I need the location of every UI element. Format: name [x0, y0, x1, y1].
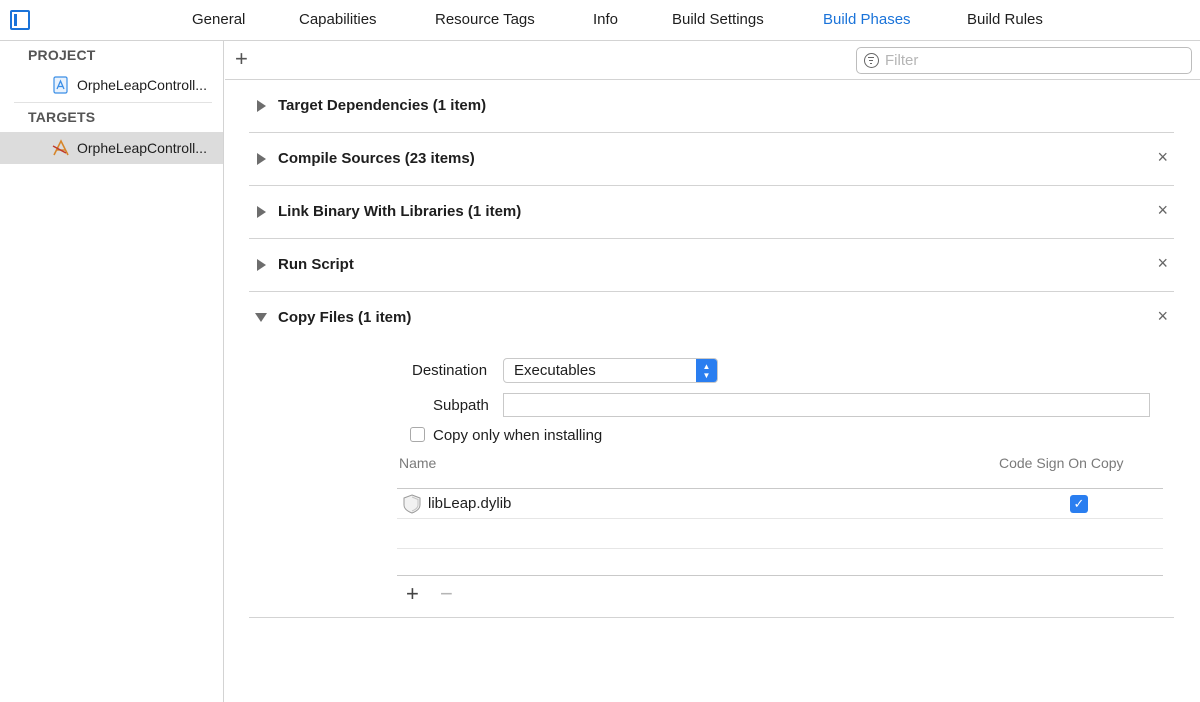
- phase-compile-sources[interactable]: Compile Sources (23 items) ×: [249, 133, 1174, 186]
- filter-field[interactable]: [856, 47, 1192, 74]
- sidebar-item-label: OrpheLeapControll...: [77, 77, 207, 93]
- phase-title: Compile Sources (23 items): [278, 150, 475, 167]
- tab-info[interactable]: Info: [593, 11, 618, 28]
- subpath-label: Subpath: [433, 397, 489, 414]
- delete-phase-icon[interactable]: ×: [1157, 147, 1168, 168]
- editor-tab-bar: General Capabilities Resource Tags Info …: [0, 0, 1200, 41]
- dylib-file-icon: [403, 494, 421, 514]
- filter-input[interactable]: [885, 51, 1185, 70]
- sidebar-item-project[interactable]: OrpheLeapControll...: [0, 69, 223, 101]
- disclosure-triangle-icon[interactable]: [257, 259, 266, 271]
- add-file-button[interactable]: +: [406, 583, 419, 605]
- delete-phase-icon[interactable]: ×: [1157, 200, 1168, 221]
- phase-title: Target Dependencies (1 item): [278, 97, 487, 114]
- project-target-sidebar: PROJECT OrpheLeapControll... TARGETS Orp…: [0, 41, 224, 702]
- phase-title: Copy Files (1 item): [278, 309, 412, 326]
- disclosure-triangle-icon[interactable]: [257, 153, 266, 165]
- app-target-icon: [52, 139, 69, 156]
- phases-toolbar: +: [225, 41, 1200, 80]
- build-phases-editor: + Target Dependencies (1 item) Compile S…: [225, 41, 1200, 702]
- tab-capabilities[interactable]: Capabilities: [299, 11, 377, 28]
- phase-title: Link Binary With Libraries (1 item): [278, 203, 522, 220]
- disclosure-triangle-icon[interactable]: [255, 313, 267, 322]
- delete-phase-icon[interactable]: ×: [1157, 306, 1168, 327]
- project-section-header: PROJECT: [28, 47, 96, 63]
- copy-files-table: Name Code Sign On Copy libLeap.dylib ✓ +…: [397, 450, 1163, 616]
- table-bottom-divider: [397, 575, 1163, 576]
- install-only-checkbox[interactable]: [410, 427, 425, 442]
- destination-value: Executables: [514, 362, 596, 379]
- install-only-label: Copy only when installing: [433, 427, 603, 444]
- code-sign-checkbox[interactable]: ✓: [1070, 495, 1088, 513]
- tab-build-rules[interactable]: Build Rules: [967, 11, 1043, 28]
- disclosure-triangle-icon[interactable]: [257, 206, 266, 218]
- phase-title: Run Script: [278, 256, 354, 273]
- tab-general[interactable]: General: [192, 11, 245, 28]
- destination-select[interactable]: Executables ▲ ▼: [503, 358, 718, 383]
- phase-run-script[interactable]: Run Script ×: [249, 239, 1174, 292]
- destination-label: Destination: [412, 362, 488, 379]
- copy-files-panel: Destination Executables ▲ ▼ Subpath Copy …: [249, 345, 1174, 618]
- subpath-field[interactable]: [503, 393, 1150, 417]
- add-build-phase-button[interactable]: +: [235, 48, 248, 70]
- column-header-name[interactable]: Name: [399, 455, 436, 471]
- tab-build-settings[interactable]: Build Settings: [672, 11, 764, 28]
- select-arrows-icon: ▲ ▼: [696, 359, 717, 382]
- disclosure-triangle-icon[interactable]: [257, 100, 266, 112]
- table-row-empty: [397, 519, 1163, 549]
- delete-phase-icon[interactable]: ×: [1157, 253, 1168, 274]
- file-name: libLeap.dylib: [428, 495, 512, 512]
- navigator-toggle-icon[interactable]: [10, 10, 30, 30]
- sidebar-item-label: OrpheLeapControll...: [77, 140, 207, 156]
- remove-file-button[interactable]: −: [440, 583, 453, 605]
- phase-link-binary[interactable]: Link Binary With Libraries (1 item) ×: [249, 186, 1174, 239]
- targets-section-header: TARGETS: [28, 109, 96, 125]
- xcode-project-icon: [53, 76, 68, 94]
- sidebar-divider: [14, 102, 212, 103]
- filter-icon: [864, 53, 879, 68]
- phase-target-dependencies[interactable]: Target Dependencies (1 item): [249, 80, 1174, 133]
- table-row[interactable]: libLeap.dylib ✓: [397, 489, 1163, 519]
- tab-build-phases[interactable]: Build Phases: [823, 11, 911, 28]
- phase-copy-files[interactable]: Copy Files (1 item) ×: [249, 292, 1174, 345]
- column-header-code-sign[interactable]: Code Sign On Copy: [999, 455, 1124, 471]
- sidebar-item-target[interactable]: OrpheLeapControll...: [0, 132, 223, 164]
- tab-resource-tags[interactable]: Resource Tags: [435, 11, 535, 28]
